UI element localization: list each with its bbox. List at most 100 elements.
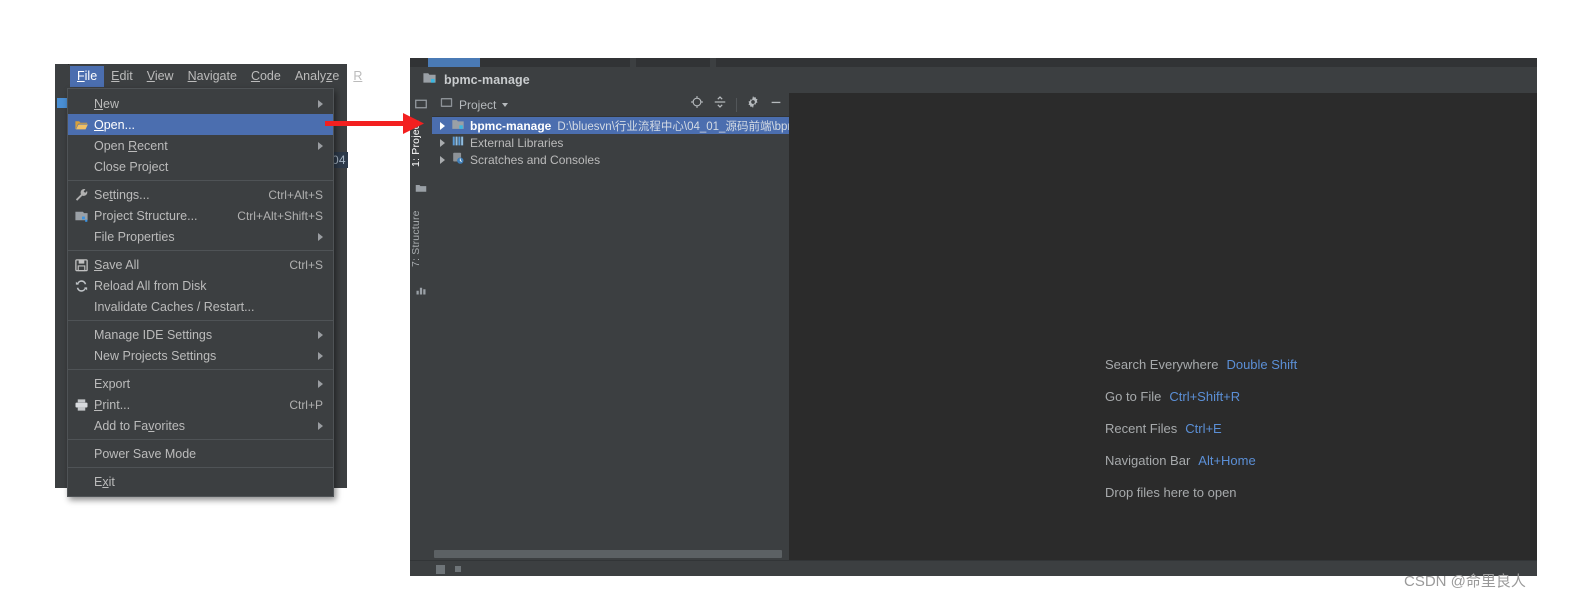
submenu-arrow-icon xyxy=(318,330,323,339)
annotation-arrow xyxy=(325,113,424,134)
menu-item-export[interactable]: Export xyxy=(68,373,333,394)
toolbar-divider xyxy=(736,97,737,112)
scrollbar-thumb[interactable] xyxy=(434,550,782,558)
expand-arrow-icon[interactable] xyxy=(440,138,445,147)
expand-arrow-icon[interactable] xyxy=(440,155,445,164)
menu-item-project-structure[interactable]: Project Structure... Ctrl+Alt+Shift+S xyxy=(68,205,333,226)
hint-label: Drop files here to open xyxy=(1105,484,1237,500)
menu-item-open[interactable]: Open... xyxy=(68,114,333,135)
menu-item-label: Add to Favorites xyxy=(94,418,186,433)
hint-drop-files: Drop files here to open xyxy=(1105,476,1297,508)
sidebar-item-structure[interactable]: 7: Structure xyxy=(410,201,432,277)
tree-item-label: External Libraries xyxy=(470,135,564,150)
menu-item-label: Reload All from Disk xyxy=(94,278,207,293)
menu-bar: File Edit View Navigate Code Analyze R xyxy=(67,65,362,88)
wrench-icon xyxy=(74,187,89,202)
submenu-arrow-icon xyxy=(318,99,323,108)
menu-item-exit[interactable]: Exit xyxy=(68,471,333,492)
tree-item-path: D:\bluesvn\行业流程中心\04_01_源码前端\bpmc-mana xyxy=(557,120,789,133)
menu-item-power-save-mode[interactable]: Power Save Mode xyxy=(68,443,333,464)
menu-item-label: New Projects Settings xyxy=(94,348,217,363)
watermark: CSDN @命里良人 xyxy=(1404,573,1526,590)
menu-item-shortcut: Ctrl+Alt+Shift+S xyxy=(237,208,323,223)
menu-item-label: New xyxy=(94,96,120,111)
hint-label: Recent Files xyxy=(1105,420,1178,436)
status-bar-icon[interactable] xyxy=(436,565,445,574)
menu-item-label: Exit xyxy=(94,474,115,489)
status-bar-icon[interactable] xyxy=(455,566,461,572)
hint-shortcut: Ctrl+Shift+R xyxy=(1169,388,1241,404)
ide-window: bpmc-manage 1: Project 7: Structure Proj… xyxy=(410,58,1537,576)
project-tool-window: Project bpmc-manage D:\bluesvn\行业流程中心\04… xyxy=(432,93,789,576)
menubar-item-view[interactable]: View xyxy=(140,66,181,87)
folder-icon xyxy=(415,181,427,193)
menu-item-label: Open... xyxy=(94,117,136,132)
hint-navigation-bar: Navigation Bar Alt+Home xyxy=(1105,444,1297,476)
menu-separator xyxy=(68,439,333,440)
project-panel-label: Project xyxy=(459,97,497,112)
submenu-arrow-icon xyxy=(318,421,323,430)
table-row[interactable]: Scratches and Consoles xyxy=(432,151,789,168)
submenu-arrow-icon xyxy=(318,232,323,241)
screenshot-root: 04 File Edit View Navigate Code Analyze … xyxy=(0,0,1590,607)
menubar-item-edit[interactable]: Edit xyxy=(104,66,140,87)
menu-item-new[interactable]: New xyxy=(68,93,333,114)
module-icon xyxy=(422,70,437,90)
structure-tab-icon xyxy=(415,283,427,295)
locate-target-icon[interactable] xyxy=(690,95,704,114)
minimize-icon[interactable] xyxy=(769,95,783,114)
top-strip-chip xyxy=(428,58,480,67)
hint-label: Go to File xyxy=(1105,388,1162,404)
top-strip-chip xyxy=(710,58,716,67)
menu-item-settings[interactable]: Settings... Ctrl+Alt+S xyxy=(68,184,333,205)
menu-item-label: Open Recent xyxy=(94,138,168,153)
menu-item-file-properties[interactable]: File Properties xyxy=(68,226,333,247)
menu-item-new-projects-settings[interactable]: New Projects Settings xyxy=(68,345,333,366)
tool-window-strip: 1: Project 7: Structure xyxy=(410,93,433,576)
libraries-icon xyxy=(451,134,465,151)
menu-item-open-recent[interactable]: Open Recent xyxy=(68,135,333,156)
menu-item-label: Close Project xyxy=(94,159,169,174)
menubar-item-refactor[interactable]: R xyxy=(346,66,369,87)
hint-shortcut: Alt+Home xyxy=(1198,452,1256,468)
expand-arrow-icon[interactable] xyxy=(440,121,445,130)
menubar-item-navigate[interactable]: Navigate xyxy=(181,66,244,87)
menu-item-add-to-favorites[interactable]: Add to Favorites xyxy=(68,415,333,436)
tree-item-label: Scratches and Consoles xyxy=(470,152,601,167)
editor-empty-area: Search Everywhere Double Shift Go to Fil… xyxy=(790,93,1537,576)
menu-item-manage-ide-settings[interactable]: Manage IDE Settings xyxy=(68,324,333,345)
menubar-item-code[interactable]: Code xyxy=(244,66,288,87)
reload-icon xyxy=(74,278,89,293)
menubar-item-analyze[interactable]: Analyze xyxy=(288,66,346,87)
collapse-all-icon[interactable] xyxy=(713,95,727,114)
scratches-icon xyxy=(451,151,465,168)
menu-item-reload-all-from-disk[interactable]: Reload All from Disk xyxy=(68,275,333,296)
project-view-icon xyxy=(440,96,453,114)
menu-item-label: Invalidate Caches / Restart... xyxy=(94,299,255,314)
editor-hint-list: Search Everywhere Double Shift Go to Fil… xyxy=(1105,348,1297,508)
ide-status-bar xyxy=(410,560,1537,576)
menu-item-label: Project Structure... xyxy=(94,208,198,223)
project-horizontal-scrollbar[interactable] xyxy=(432,548,789,560)
printer-icon xyxy=(74,397,89,412)
gear-icon[interactable] xyxy=(746,95,760,114)
hint-shortcut: Double Shift xyxy=(1226,356,1298,372)
hint-go-to-file: Go to File Ctrl+Shift+R xyxy=(1105,380,1297,412)
menu-item-close-project[interactable]: Close Project xyxy=(68,156,333,177)
chevron-down-icon[interactable] xyxy=(502,102,509,107)
menu-separator xyxy=(68,320,333,321)
menu-separator xyxy=(68,180,333,181)
project-tree: bpmc-manage D:\bluesvn\行业流程中心\04_01_源码前端… xyxy=(432,117,789,552)
menu-item-invalidate-caches[interactable]: Invalidate Caches / Restart... xyxy=(68,296,333,317)
submenu-arrow-icon xyxy=(318,141,323,150)
menu-item-print[interactable]: Print... Ctrl+P xyxy=(68,394,333,415)
table-row[interactable]: bpmc-manage D:\bluesvn\行业流程中心\04_01_源码前端… xyxy=(432,117,789,134)
menubar-item-file[interactable]: File xyxy=(70,66,105,87)
submenu-arrow-icon xyxy=(318,379,323,388)
menu-item-save-all[interactable]: Save All Ctrl+S xyxy=(68,254,333,275)
table-row[interactable]: External Libraries xyxy=(432,134,789,151)
ide-title-bar: bpmc-manage xyxy=(410,67,1537,93)
menu-item-shortcut: Ctrl+Alt+S xyxy=(268,187,323,202)
file-menu-popup: New Open... Open Recent Close Project Se… xyxy=(67,88,334,497)
hint-label: Navigation Bar xyxy=(1105,452,1191,468)
